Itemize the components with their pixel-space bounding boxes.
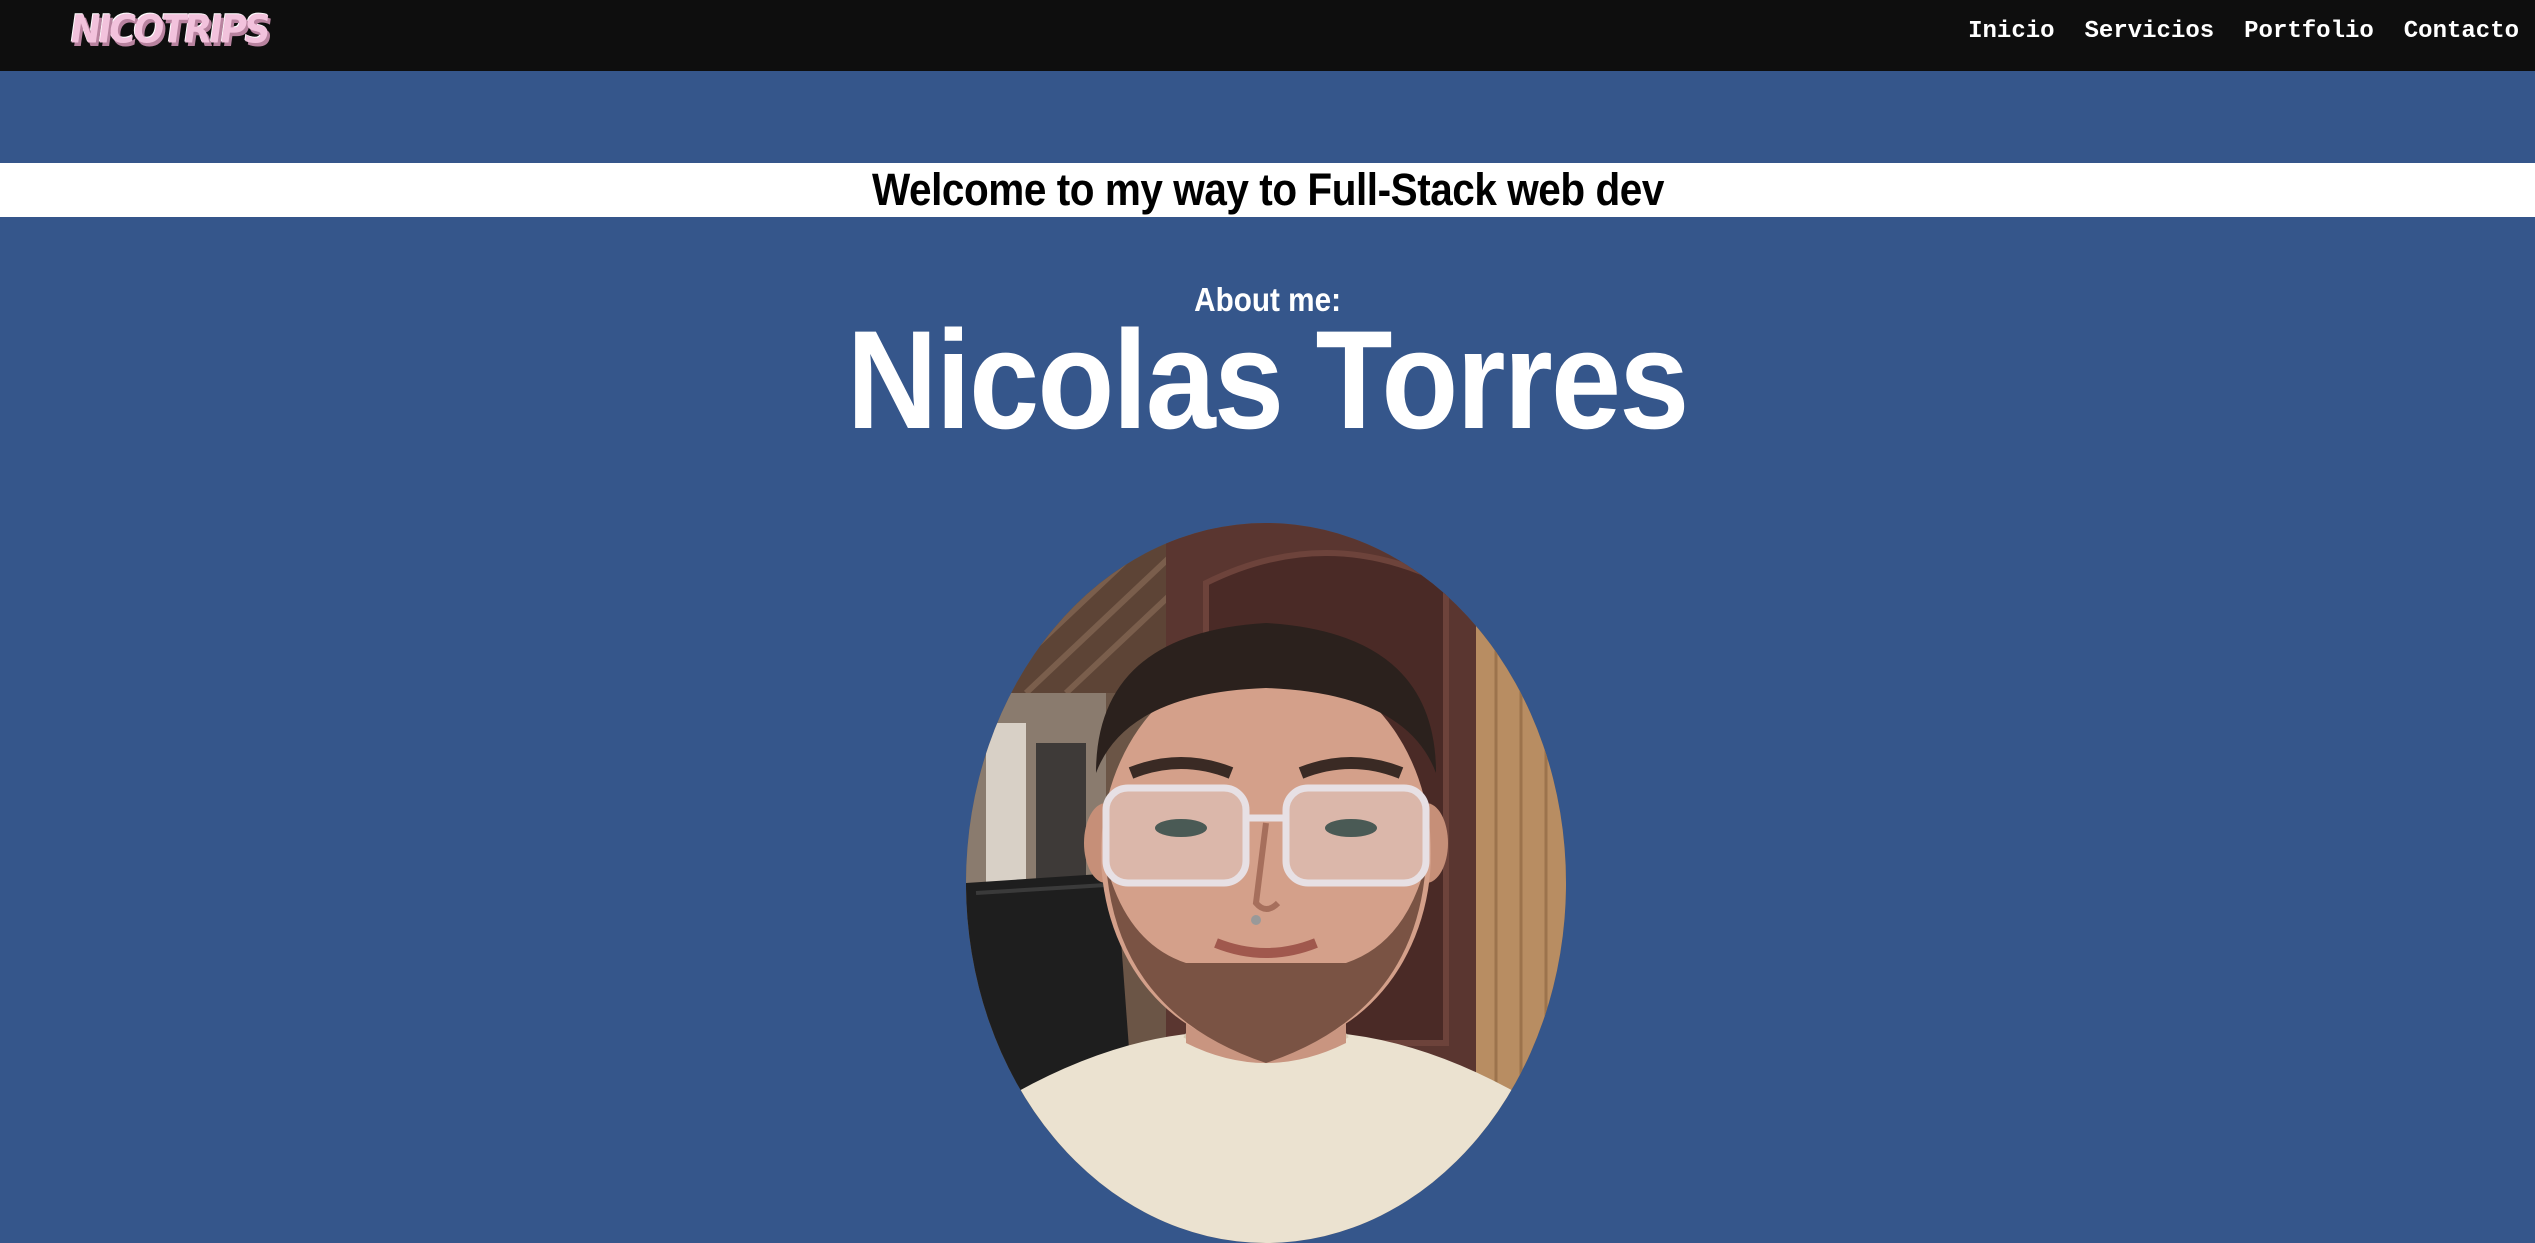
nav-link-servicios[interactable]: Servicios	[2085, 16, 2215, 48]
name-title: Nicolas Torres	[847, 301, 1690, 458]
navbar: NICOTRIPS Inicio Servicios Portfolio Con…	[0, 0, 2535, 71]
profile-photo	[966, 523, 1566, 1243]
nav-link-contacto[interactable]: Contacto	[2404, 16, 2519, 48]
nav-link-inicio[interactable]: Inicio	[1968, 16, 2054, 48]
main-nav: Inicio Servicios Portfolio Contacto	[1968, 16, 2519, 48]
nav-link-portfolio[interactable]: Portfolio	[2244, 16, 2374, 48]
welcome-heading: Welcome to my way to Full-Stack web dev	[871, 164, 1664, 215]
welcome-banner: Welcome to my way to Full-Stack web dev	[0, 163, 2535, 217]
site-logo[interactable]: NICOTRIPS	[67, 7, 271, 52]
